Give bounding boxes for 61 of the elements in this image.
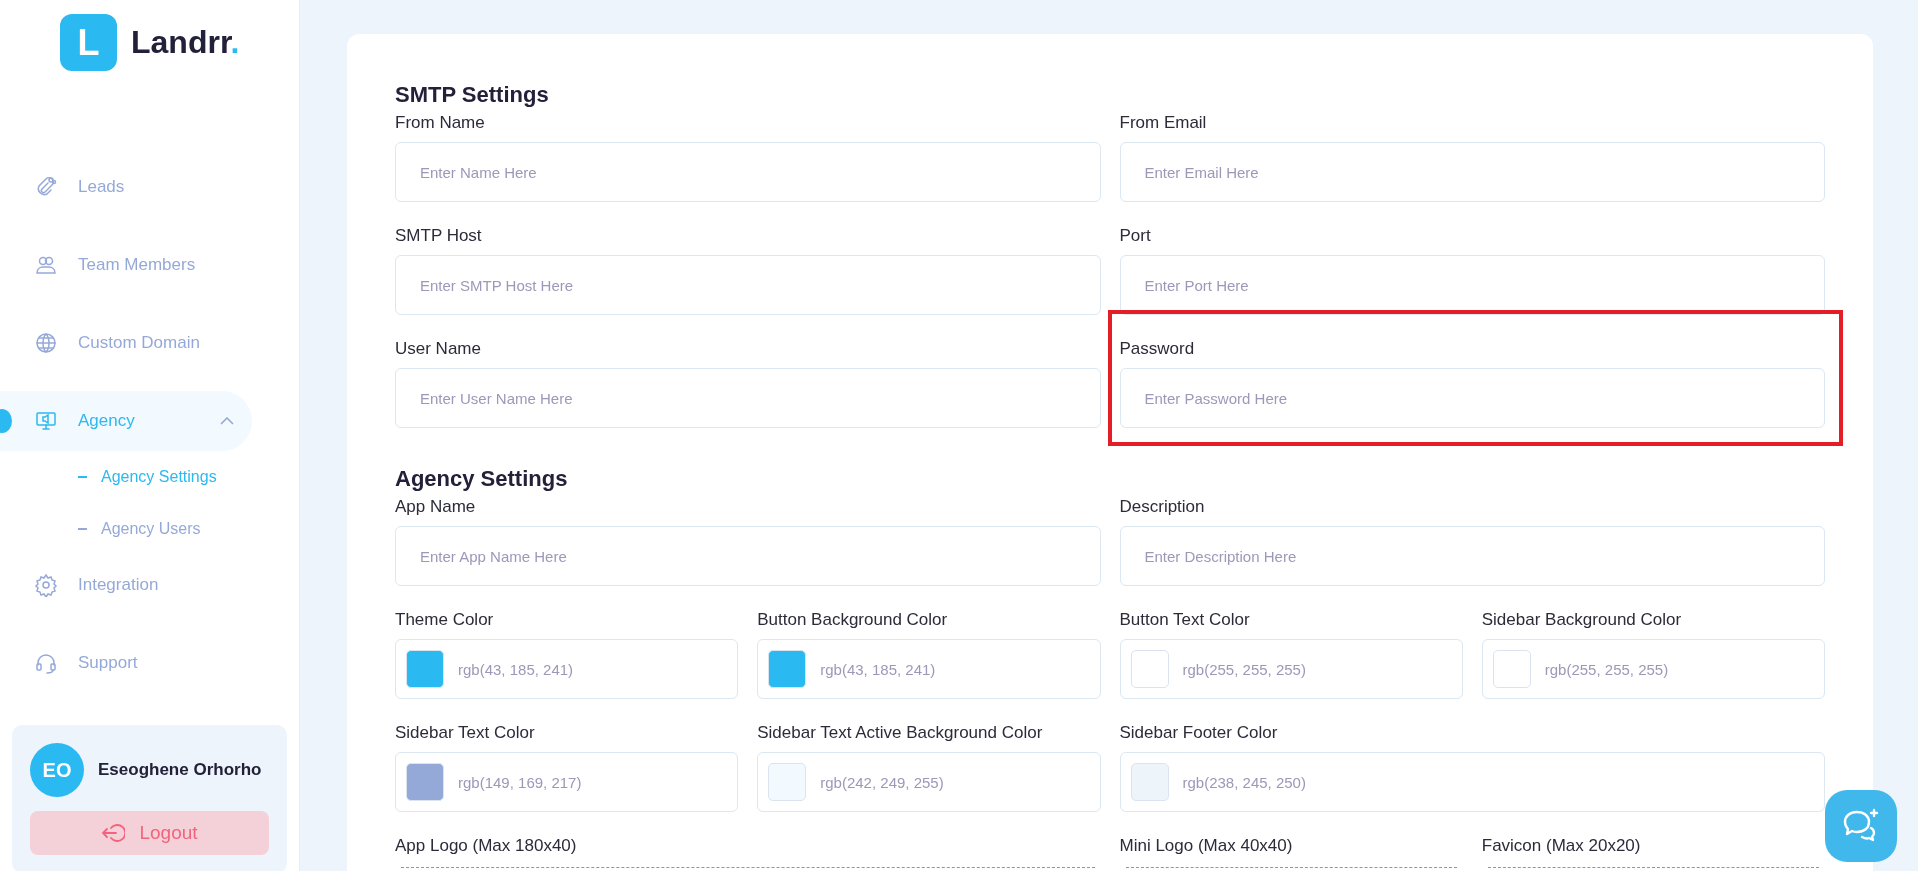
color-field[interactable]: rgb(238, 245, 250) [1119, 752, 1825, 812]
input-field[interactable]: Enter Password Here [1119, 368, 1825, 428]
nav-item[interactable]: Custom Domain [0, 313, 252, 373]
user-name: Eseoghene Orhorho [98, 760, 262, 780]
input-field[interactable]: Enter Email Here [1119, 142, 1825, 202]
globe-icon [34, 331, 58, 355]
field-label: App Name [395, 496, 477, 518]
field-label: Description [1119, 496, 1206, 518]
color-swatch[interactable] [768, 763, 807, 801]
color-field[interactable]: rgb(255, 255, 255) [1481, 639, 1825, 699]
logo-text: Landrr. [131, 24, 240, 61]
color-field[interactable]: rgb(255, 255, 255) [1119, 639, 1463, 699]
color-field[interactable]: rgb(149, 169, 217) [395, 752, 739, 812]
section-title: SMTP Settings [395, 82, 550, 108]
field-label: App Logo (Max 180x40) [395, 835, 578, 857]
nav-item[interactable]: Agency [0, 391, 252, 451]
color-swatch[interactable] [406, 650, 444, 688]
logout-button[interactable]: Logout [30, 811, 269, 855]
color-swatch[interactable] [1130, 650, 1169, 688]
field-label: Sidebar Text Color [395, 722, 536, 744]
field-label: Sidebar Background Color [1481, 609, 1683, 631]
field-label: Port [1119, 225, 1152, 247]
input-field[interactable]: Enter Description Here [1119, 526, 1825, 586]
nav-item[interactable]: Leads [0, 157, 252, 217]
field-label: Sidebar Footer Color [1119, 722, 1279, 744]
input-field[interactable]: Enter User Name Here [395, 368, 1101, 428]
input-field[interactable]: Enter Port Here [1119, 255, 1825, 315]
section-title: Agency Settings [395, 466, 569, 492]
gear-icon [34, 573, 58, 597]
field-label: From Email [1119, 112, 1208, 134]
color-swatch[interactable] [406, 763, 444, 801]
field-label: Sidebar Text Active Background Color [757, 722, 1044, 744]
headset-icon [34, 651, 58, 675]
sub-nav-item[interactable]: Agency Settings [0, 451, 299, 503]
field-label: SMTP Host [395, 225, 483, 247]
logout-icon [101, 822, 126, 844]
color-swatch[interactable] [768, 650, 807, 688]
field-label: Mini Logo (Max 40x40) [1119, 835, 1294, 857]
color-swatch[interactable] [1492, 650, 1531, 688]
field-label: Password [1119, 338, 1196, 360]
field-label: Button Text Color [1119, 609, 1251, 631]
nav-item[interactable]: Integration [0, 555, 252, 615]
sub-nav-item[interactable]: Agency Users [0, 503, 299, 555]
chat-button[interactable] [1825, 790, 1897, 862]
color-field[interactable]: rgb(242, 249, 255) [757, 752, 1101, 812]
logo-mark: L [60, 14, 117, 71]
color-field[interactable]: rgb(43, 185, 241) [757, 639, 1101, 699]
field-label: User Name [395, 338, 482, 360]
monitor-icon [34, 409, 58, 433]
field-label: From Name [395, 112, 486, 134]
field-label: Favicon (Max 20x20) [1481, 835, 1642, 857]
field-label: Button Background Color [757, 609, 949, 631]
color-field[interactable]: rgb(43, 185, 241) [395, 639, 739, 699]
input-field[interactable]: Enter SMTP Host Here [395, 255, 1101, 315]
color-swatch[interactable] [1130, 763, 1169, 801]
avatar: EO [30, 743, 84, 797]
input-field[interactable]: Enter App Name Here [395, 526, 1101, 586]
field-label: Theme Color [395, 609, 495, 631]
nav-item[interactable]: Support [0, 633, 252, 693]
input-field[interactable]: Enter Name Here [395, 142, 1101, 202]
nav-item[interactable]: Team Members [0, 235, 252, 295]
